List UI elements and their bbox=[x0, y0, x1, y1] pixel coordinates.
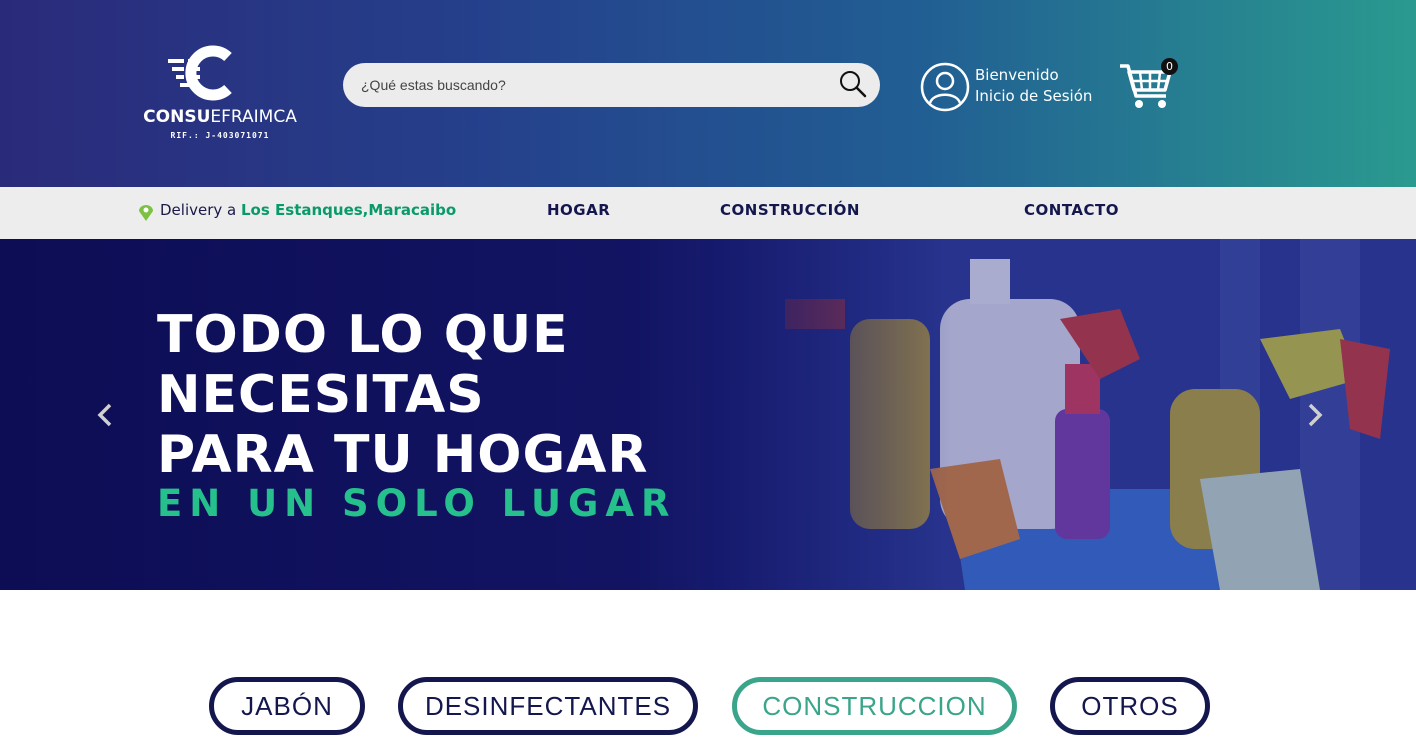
logo-c-icon bbox=[168, 45, 232, 101]
nav-link-contacto[interactable]: CONTACTO bbox=[1024, 201, 1119, 219]
search-icon[interactable] bbox=[838, 69, 868, 99]
delivery-city: Maracaibo bbox=[368, 201, 457, 219]
delivery-area: Los Estanques, bbox=[241, 201, 369, 219]
carousel-next-icon[interactable] bbox=[1305, 402, 1325, 428]
brand-logo[interactable]: CONSUEFRAIMCA RIF.: J-403071071 bbox=[140, 45, 300, 145]
login-link[interactable]: Inicio de Sesión bbox=[975, 86, 1092, 107]
delivery-label: Delivery a bbox=[160, 201, 241, 219]
hero-subtitle: EN UN SOLO LUGAR bbox=[157, 482, 677, 525]
account-links[interactable]: Bienvenido Inicio de Sesión bbox=[975, 65, 1092, 107]
search-bar bbox=[343, 63, 880, 107]
nav-link-construccion[interactable]: CONSTRUCCIÓN bbox=[720, 201, 860, 219]
cart-count-badge: 0 bbox=[1161, 58, 1178, 75]
user-icon[interactable] bbox=[920, 62, 970, 112]
delivery-location[interactable]: Delivery a Los Estanques,Maracaibo bbox=[160, 201, 456, 219]
nav-link-hogar[interactable]: HOGAR bbox=[547, 201, 610, 219]
brand-name: CONSUEFRAIMCA bbox=[143, 107, 297, 127]
hero-headline: TODO LO QUE NECESITAS PARA TU HOGAR bbox=[157, 305, 648, 485]
category-button-desinfectantes[interactable]: DESINFECTANTES bbox=[398, 677, 698, 735]
category-button-construccion[interactable]: CONSTRUCCION bbox=[732, 677, 1017, 735]
category-button-jabon[interactable]: JABÓN bbox=[209, 677, 365, 735]
search-input[interactable] bbox=[361, 63, 831, 107]
greeting-text: Bienvenido bbox=[975, 66, 1059, 84]
hero-line-2: NECESITAS bbox=[157, 365, 485, 425]
hero-line-3: PARA TU HOGAR bbox=[157, 425, 649, 485]
carousel-prev-icon[interactable] bbox=[95, 402, 115, 428]
brand-rif: RIF.: J-403071071 bbox=[170, 131, 270, 140]
category-button-otros[interactable]: OTROS bbox=[1050, 677, 1210, 735]
location-pin-icon bbox=[139, 205, 153, 221]
hero-line-1: TODO LO QUE bbox=[157, 305, 569, 365]
